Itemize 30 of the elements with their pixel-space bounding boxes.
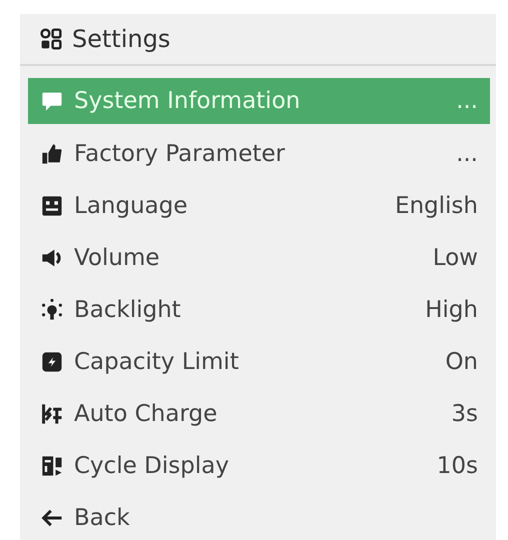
item-value: ...	[456, 88, 478, 114]
item-label: Auto Charge	[74, 401, 218, 427]
item-value: 3s	[451, 401, 478, 427]
item-label: Factory Parameter	[74, 141, 286, 167]
menu-item[interactable]: Volume Low	[28, 232, 490, 284]
item-label: Backlight	[74, 297, 182, 323]
item-label: Volume	[74, 245, 161, 271]
item-label: System Information	[74, 88, 302, 114]
menu-item[interactable]: Capacity Limit On	[28, 336, 490, 388]
thumbs-up-icon	[40, 142, 64, 166]
menu-item[interactable]: Back	[28, 492, 490, 540]
item-value: On	[445, 349, 478, 375]
sun-icon	[40, 298, 64, 322]
item-label: Language	[74, 193, 189, 219]
item-label: Cycle Display	[74, 453, 230, 479]
item-label: Capacity Limit	[74, 349, 240, 375]
item-value: 10s	[436, 453, 478, 479]
item-value: High	[425, 297, 478, 323]
item-value: English	[394, 193, 478, 219]
item-value: ...	[456, 141, 478, 167]
menu-item[interactable]: Auto Charge 3s	[28, 388, 490, 440]
menu-item[interactable]: Language English	[28, 180, 490, 232]
menu-item[interactable]: Backlight High	[28, 284, 490, 336]
menu-item[interactable]: Cycle Display 10s	[28, 440, 490, 492]
item-label: Back	[74, 505, 131, 531]
item-value: Low	[432, 245, 478, 271]
image-icon	[40, 194, 64, 218]
menu-title: Settings	[72, 25, 170, 53]
menu-item[interactable]: Factory Parameter ...	[28, 128, 490, 180]
grid-icon	[40, 28, 62, 50]
